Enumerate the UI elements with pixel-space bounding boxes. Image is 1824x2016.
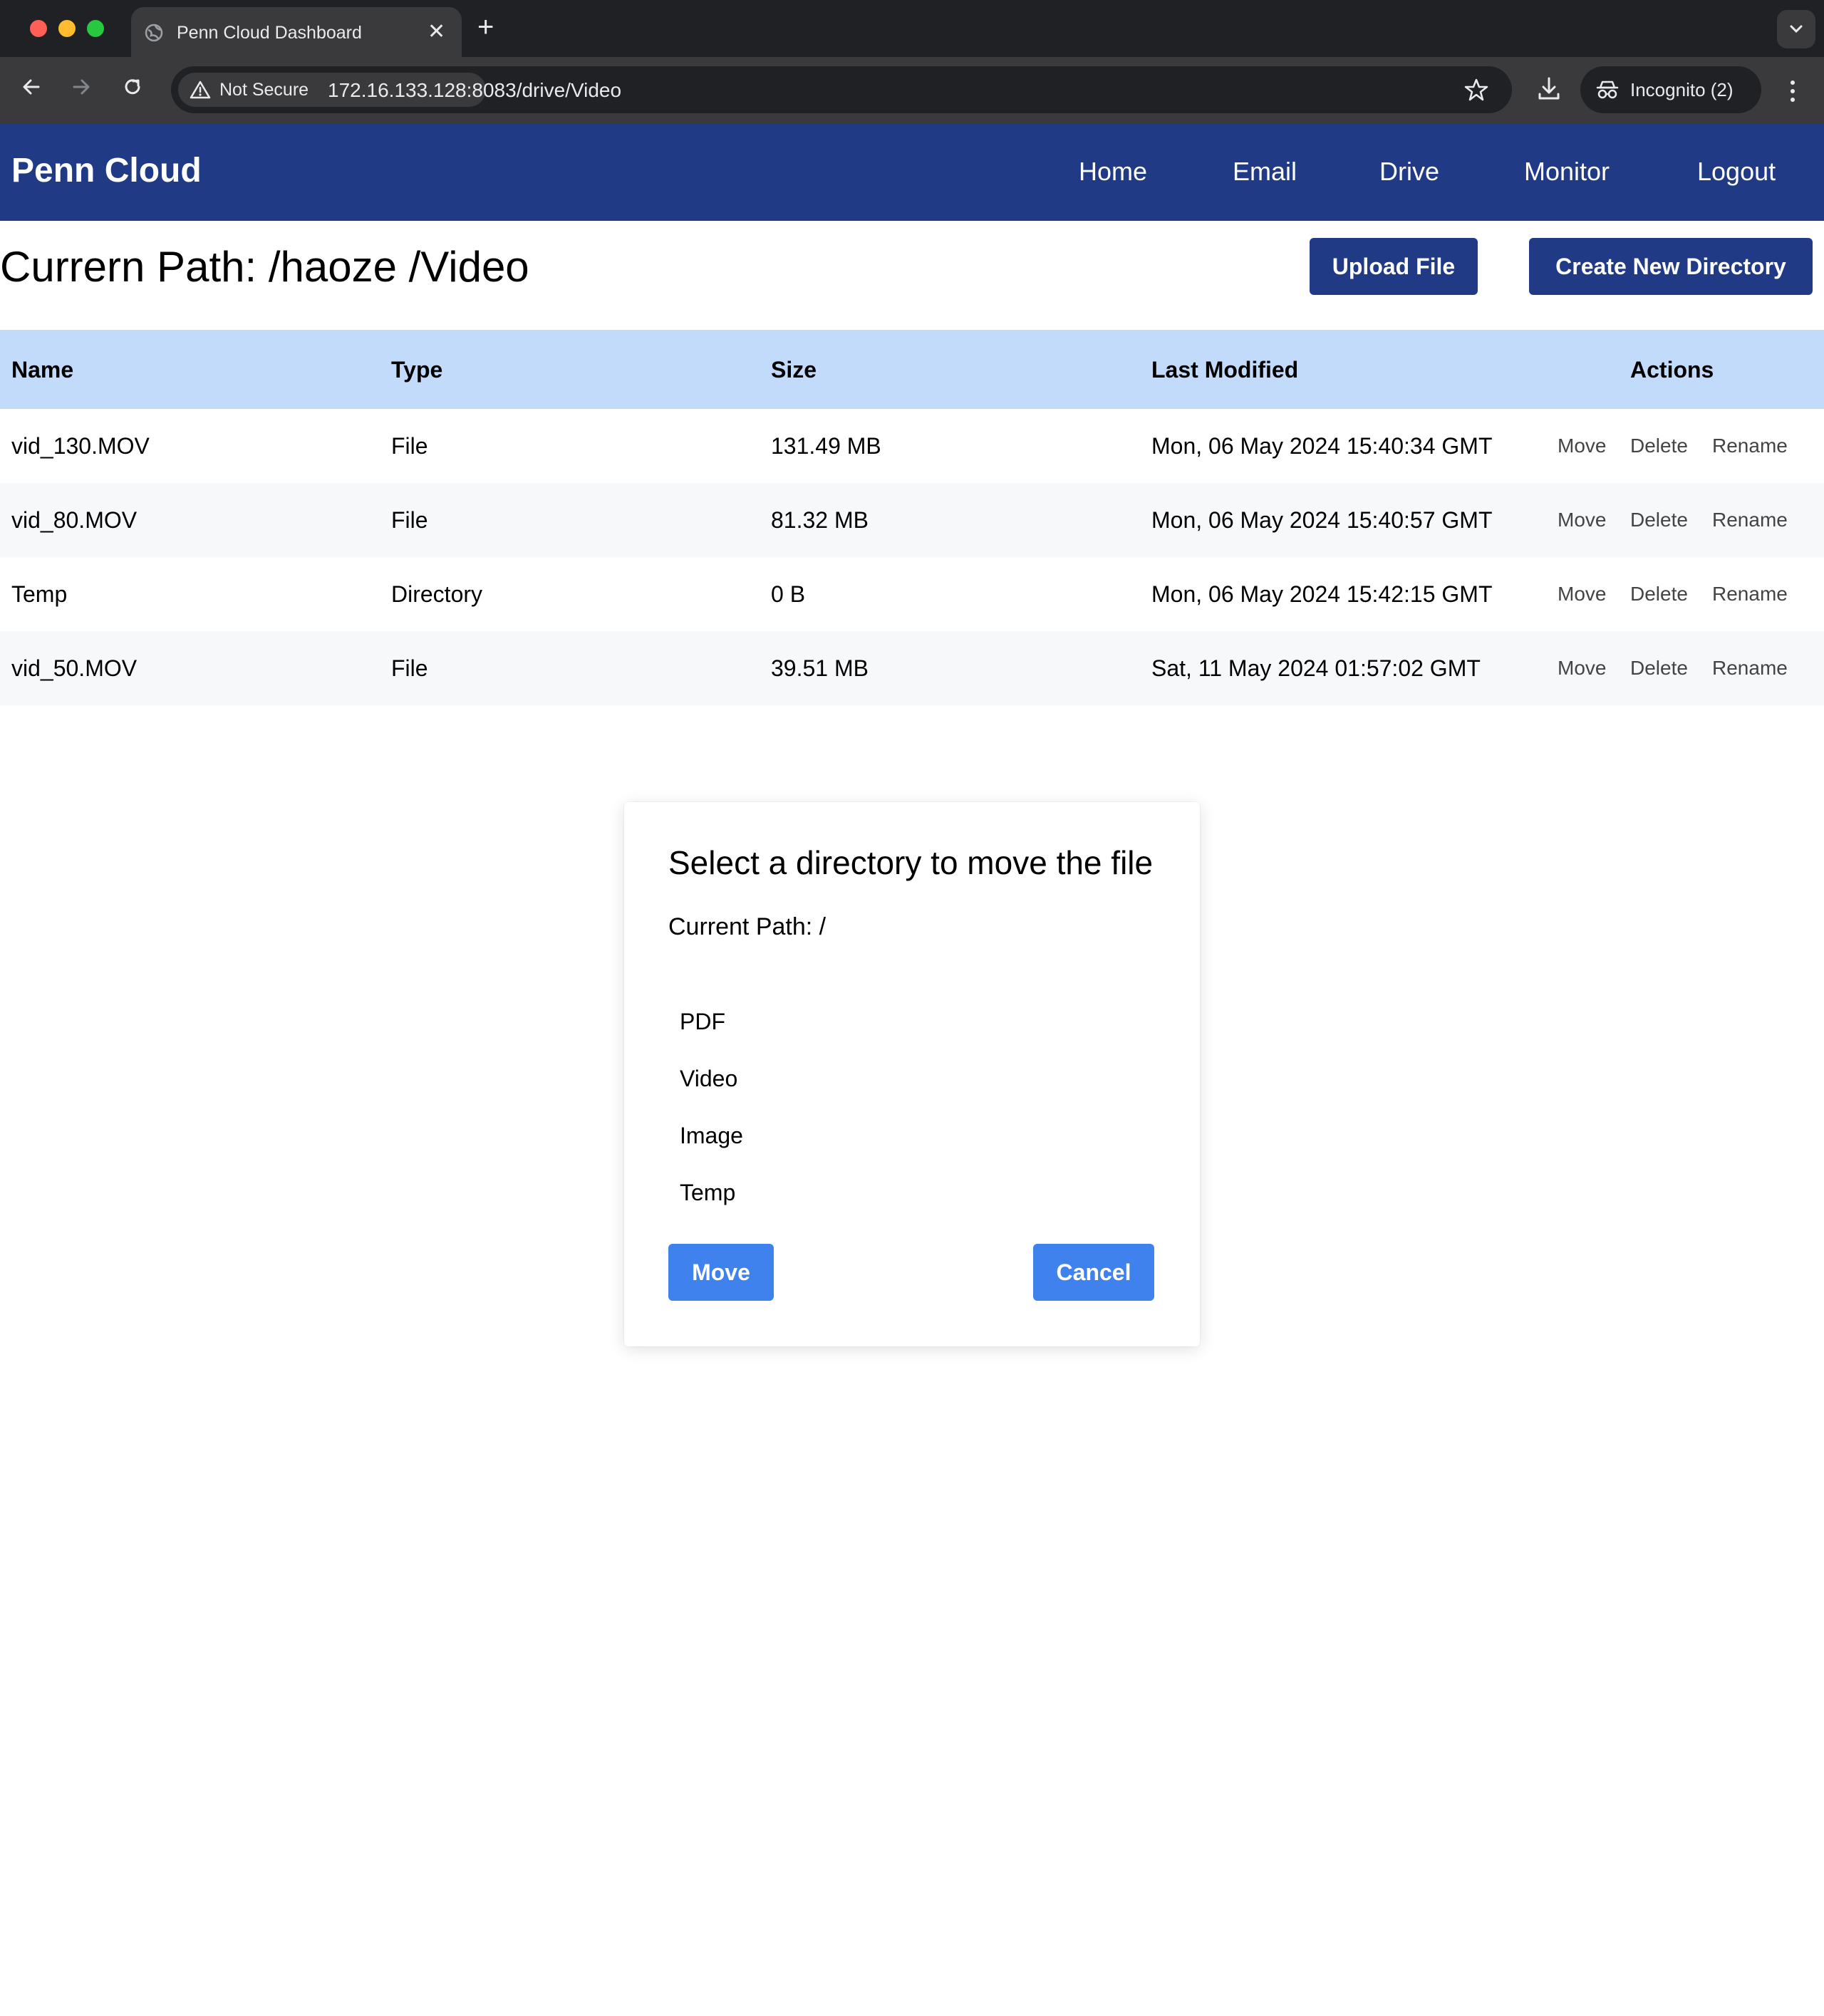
table-row: Temp Directory 0 B Mon, 06 May 2024 15:4… xyxy=(0,557,1824,631)
brand-logo[interactable]: Penn Cloud xyxy=(11,151,202,190)
forward-arrow-icon[interactable] xyxy=(68,74,94,100)
column-header-type: Type xyxy=(391,357,443,383)
rename-action[interactable]: Rename xyxy=(1712,583,1788,606)
move-action[interactable]: Move xyxy=(1558,435,1606,457)
column-header-last-modified: Last Modified xyxy=(1151,357,1299,383)
delete-action[interactable]: Delete xyxy=(1630,657,1688,680)
tab-search-button[interactable] xyxy=(1777,10,1815,48)
incognito-profile-button[interactable]: Incognito (2) xyxy=(1580,66,1761,113)
app-header: Penn Cloud Home Email Drive Monitor Logo… xyxy=(0,124,1824,221)
tab-title: Penn Cloud Dashboard xyxy=(177,23,362,43)
file-type: File xyxy=(391,433,428,459)
security-label: Not Secure xyxy=(219,80,309,100)
modal-current-path: Current Path: / xyxy=(668,913,826,940)
move-action[interactable]: Move xyxy=(1558,583,1606,606)
file-table: Name Type Size Last Modified Actions vid… xyxy=(0,330,1824,705)
file-size: 81.32 MB xyxy=(771,507,869,533)
nav-logout[interactable]: Logout xyxy=(1697,157,1776,187)
back-arrow-icon[interactable] xyxy=(19,74,44,100)
move-button[interactable]: Move xyxy=(668,1244,774,1301)
file-size: 39.51 MB xyxy=(771,655,869,681)
maximize-window-button[interactable] xyxy=(87,20,104,37)
directory-item-pdf[interactable]: PDF xyxy=(680,1009,725,1035)
file-size: 131.49 MB xyxy=(771,433,881,459)
table-header: Name Type Size Last Modified Actions xyxy=(0,330,1824,409)
directory-item-image[interactable]: Image xyxy=(680,1123,743,1149)
file-modified: Mon, 06 May 2024 15:42:15 GMT xyxy=(1151,581,1493,607)
browser-chrome: Penn Cloud Dashboard ✕ + Not Secure 172.… xyxy=(0,0,1824,124)
file-name[interactable]: vid_80.MOV xyxy=(11,507,137,534)
warning-icon xyxy=(190,80,211,99)
chevron-down-icon xyxy=(1790,25,1803,33)
file-modified: Mon, 06 May 2024 15:40:34 GMT xyxy=(1151,433,1493,459)
create-directory-button[interactable]: Create New Directory xyxy=(1529,238,1813,295)
delete-action[interactable]: Delete xyxy=(1630,435,1688,457)
new-tab-icon[interactable]: + xyxy=(477,11,494,43)
url-text[interactable]: 172.16.133.128:8083/drive/Video xyxy=(328,79,621,102)
file-type: File xyxy=(391,507,428,533)
directory-item-video[interactable]: Video xyxy=(680,1066,737,1092)
column-header-name: Name xyxy=(11,357,74,383)
globe-icon xyxy=(145,24,163,42)
reload-icon[interactable] xyxy=(120,74,145,100)
bookmark-star-icon[interactable] xyxy=(1463,77,1489,103)
nav-monitor[interactable]: Monitor xyxy=(1524,157,1610,187)
rename-action[interactable]: Rename xyxy=(1712,435,1788,457)
nav-drive[interactable]: Drive xyxy=(1379,157,1439,187)
browser-tab[interactable]: Penn Cloud Dashboard ✕ xyxy=(131,7,462,57)
modal-title: Select a directory to move the file xyxy=(668,844,1154,881)
column-header-size: Size xyxy=(771,357,817,383)
more-options-icon[interactable] xyxy=(1787,77,1798,105)
delete-action[interactable]: Delete xyxy=(1630,583,1688,606)
table-row: vid_80.MOV File 81.32 MB Mon, 06 May 202… xyxy=(0,483,1824,557)
file-modified: Sat, 11 May 2024 01:57:02 GMT xyxy=(1151,655,1481,681)
current-path-title: Currern Path: /haoze /Video xyxy=(0,243,529,291)
file-type: File xyxy=(391,655,428,681)
tab-close-icon[interactable]: ✕ xyxy=(428,20,445,44)
file-size: 0 B xyxy=(771,581,806,607)
move-action[interactable]: Move xyxy=(1558,657,1606,680)
file-name[interactable]: vid_50.MOV xyxy=(11,655,137,682)
file-modified: Mon, 06 May 2024 15:40:57 GMT xyxy=(1151,507,1493,533)
table-row: vid_130.MOV File 131.49 MB Mon, 06 May 2… xyxy=(0,409,1824,483)
file-name[interactable]: Temp xyxy=(11,581,67,608)
rename-action[interactable]: Rename xyxy=(1712,509,1788,531)
delete-action[interactable]: Delete xyxy=(1630,509,1688,531)
table-row: vid_50.MOV File 39.51 MB Sat, 11 May 202… xyxy=(0,631,1824,705)
move-file-modal: Select a directory to move the file Curr… xyxy=(624,802,1200,1346)
directory-item-temp[interactable]: Temp xyxy=(680,1180,735,1206)
rename-action[interactable]: Rename xyxy=(1712,657,1788,680)
nav-email[interactable]: Email xyxy=(1233,157,1297,187)
profile-label: Incognito (2) xyxy=(1630,79,1734,100)
download-icon[interactable] xyxy=(1536,76,1562,103)
nav-home[interactable]: Home xyxy=(1079,157,1147,187)
minimize-window-button[interactable] xyxy=(58,20,76,37)
close-window-button[interactable] xyxy=(30,20,47,37)
cancel-button[interactable]: Cancel xyxy=(1033,1244,1154,1301)
upload-file-button[interactable]: Upload File xyxy=(1310,238,1478,295)
move-action[interactable]: Move xyxy=(1558,509,1606,531)
incognito-icon xyxy=(1596,80,1619,99)
tab-strip: Penn Cloud Dashboard ✕ + xyxy=(0,0,1824,57)
file-name[interactable]: vid_130.MOV xyxy=(11,433,150,459)
column-header-actions: Actions xyxy=(1630,357,1714,383)
file-type: Directory xyxy=(391,581,483,607)
address-bar[interactable]: Not Secure 172.16.133.128:8083/drive/Vid… xyxy=(171,66,1512,113)
